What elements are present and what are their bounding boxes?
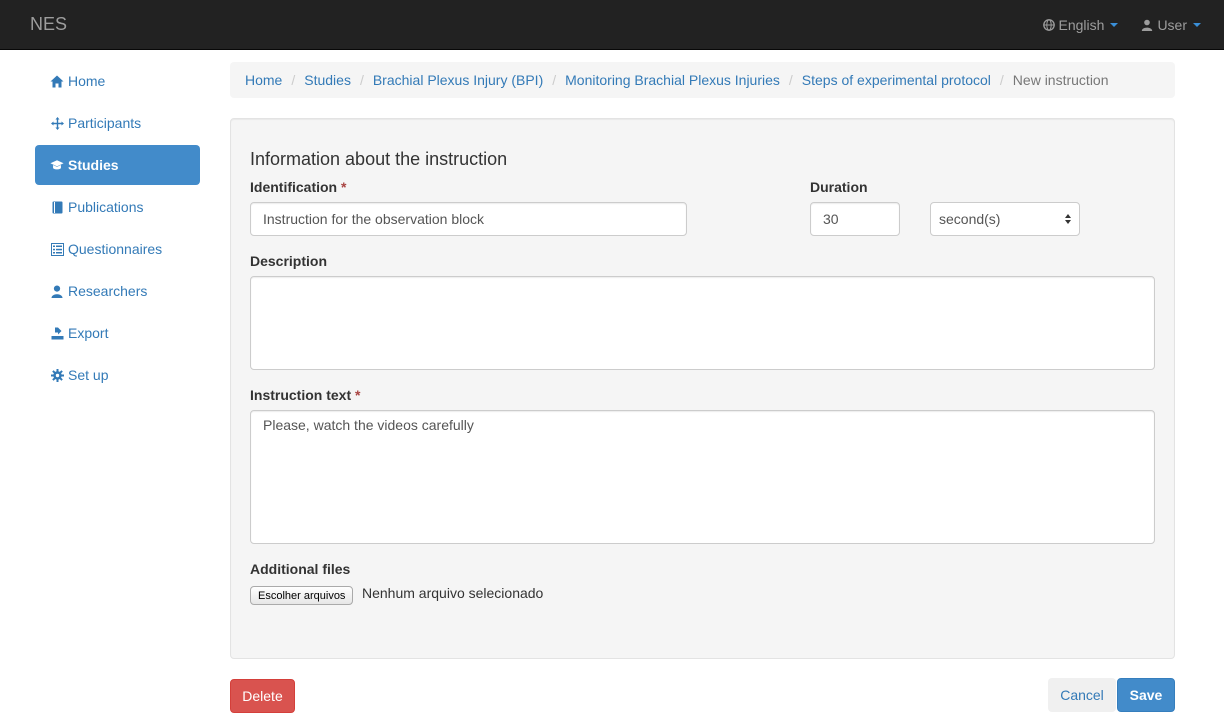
chevron-down-icon [1193, 23, 1201, 27]
breadcrumb-separator: / [552, 72, 557, 88]
brand-logo[interactable]: NES [30, 14, 67, 35]
instruction-form-panel: Information about the instruction Identi… [230, 118, 1175, 659]
save-button[interactable]: Save [1117, 678, 1175, 712]
user-dropdown[interactable]: User [1141, 17, 1201, 33]
sidebar-item-label: Publications [68, 199, 144, 215]
instruction-text-label: Instruction text * [250, 387, 360, 403]
breadcrumb-separator: / [999, 72, 1004, 88]
sidebar-item-label: Researchers [68, 283, 148, 299]
duration-unit-select[interactable]: second(s) [930, 202, 1080, 236]
form-title: Information about the instruction [250, 149, 508, 169]
breadcrumb-separator: / [359, 72, 364, 88]
sidebar-item-label: Participants [68, 115, 142, 131]
sidebar-item-questionnaires[interactable]: Questionnaires [35, 229, 200, 269]
sidebar-item-studies[interactable]: Studies [35, 145, 200, 185]
identification-input[interactable] [250, 202, 687, 236]
breadcrumb-current: New instruction [1012, 72, 1109, 88]
top-navbar: NES English User [0, 0, 1224, 50]
sidebar-item-label: Export [68, 325, 109, 341]
additional-files-label: Additional files [250, 561, 351, 577]
user-label: User [1157, 17, 1187, 33]
language-dropdown[interactable]: English [1042, 17, 1119, 33]
file-status-text: Nenhum arquivo selecionado [362, 585, 544, 601]
graduation-cap-icon [50, 158, 64, 172]
duration-label: Duration [810, 179, 868, 195]
user-icon [1142, 19, 1153, 31]
book-icon [50, 200, 64, 214]
breadcrumb-study[interactable]: Brachial Plexus Injury (BPI) [373, 72, 543, 88]
duration-unit-value: second(s) [939, 211, 1001, 227]
breadcrumb-separator: / [788, 72, 793, 88]
cancel-button[interactable]: Cancel [1048, 678, 1116, 712]
delete-button[interactable]: Delete [230, 679, 295, 713]
choose-files-button[interactable]: Escolher arquivos [250, 586, 354, 605]
sidebar-item-set-up[interactable]: Set up [35, 355, 200, 395]
chevron-down-icon [1110, 23, 1119, 27]
breadcrumb-home[interactable]: Home [245, 72, 282, 88]
user-icon [50, 284, 64, 298]
description-textarea[interactable] [250, 276, 1155, 370]
breadcrumb-experiment[interactable]: Monitoring Brachial Plexus Injuries [565, 72, 780, 88]
instruction-text-textarea[interactable]: Please, watch the videos carefully [250, 410, 1155, 544]
export-icon [50, 326, 64, 340]
required-marker: * [355, 387, 361, 403]
sidebar-item-researchers[interactable]: Researchers [35, 271, 200, 311]
language-label: English [1058, 17, 1105, 33]
home-icon [50, 74, 64, 88]
required-marker: * [341, 179, 347, 195]
sidebar-item-label: Set up [68, 367, 109, 383]
breadcrumb-separator: / [291, 72, 296, 88]
identification-label-text: Identification [250, 179, 338, 195]
sidebar-item-publications[interactable]: Publications [35, 187, 200, 227]
sidebar-item-export[interactable]: Export [35, 313, 200, 353]
identification-label: Identification * [250, 179, 346, 195]
breadcrumb: Home / Studies / Brachial Plexus Injury … [230, 62, 1175, 98]
select-arrows-icon [1065, 214, 1071, 224]
instruction-text-label-text: Instruction text [250, 387, 352, 403]
sidebar-item-participants[interactable]: Participants [35, 103, 200, 143]
navbar-right: English User [1042, 0, 1224, 50]
sidebar-item-label: Studies [68, 157, 119, 173]
duration-input[interactable] [810, 202, 900, 236]
move-icon [50, 116, 64, 130]
list-icon [50, 242, 64, 256]
breadcrumb-protocol-steps[interactable]: Steps of experimental protocol [802, 72, 991, 88]
cog-icon [50, 368, 64, 382]
sidebar-item-home[interactable]: Home [35, 61, 200, 101]
description-label: Description [250, 253, 328, 269]
sidebar-nav: Home Participants Studies Publications Q… [35, 61, 200, 397]
sidebar-item-label: Questionnaires [68, 241, 163, 257]
sidebar-item-label: Home [68, 73, 106, 89]
breadcrumb-studies[interactable]: Studies [304, 72, 351, 88]
globe-icon [1042, 19, 1055, 31]
